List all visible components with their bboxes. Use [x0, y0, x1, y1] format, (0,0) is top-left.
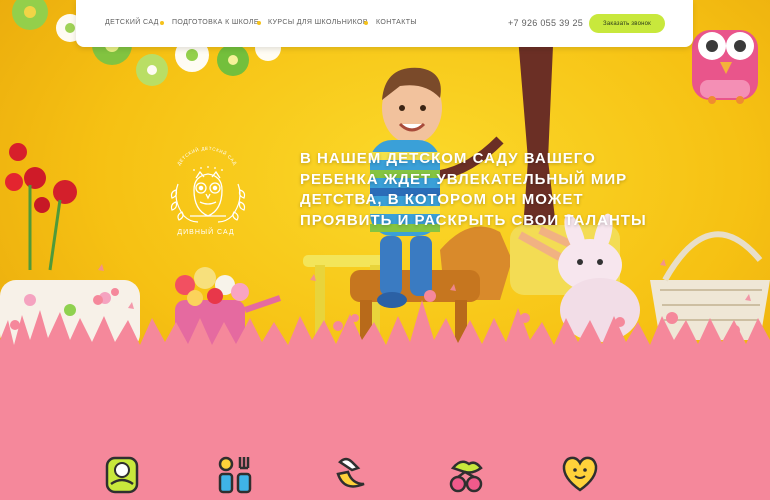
top-navigation: ДЕТСКИЙ САД ПОДГОТОВКА К ШКОЛЕ КУРСЫ ДЛЯ…	[76, 0, 693, 47]
nav-separator-dot	[257, 21, 261, 25]
logo-name: ДИВНЫЙ САД	[177, 229, 235, 236]
nav-separator-dot	[160, 21, 164, 25]
hero-title: В НАШЕМ ДЕТСКОМ САДУ ВАШЕГО РЕБЕНКА ЖДЕТ…	[300, 150, 647, 229]
nav-separator-dot	[364, 21, 368, 25]
heart-icon[interactable]	[561, 454, 599, 494]
nav-link-contacts[interactable]: КОНТАКТЫ	[376, 19, 417, 26]
moon-icon[interactable]	[332, 454, 370, 494]
baby-icon[interactable]	[103, 454, 141, 494]
logo-stars	[193, 166, 223, 171]
phone-number[interactable]: +7 926 055 39 25	[508, 18, 583, 28]
order-call-button[interactable]: Заказать звонок	[589, 14, 665, 33]
nav-link-courses[interactable]: КУРСЫ ДЛЯ ШКОЛЬНИКОВ	[268, 19, 368, 26]
utensils-icon[interactable]	[216, 454, 254, 494]
nav-link-school-prep[interactable]: ПОДГОТОВКА К ШКОЛЕ	[172, 19, 259, 26]
logo-emblem[interactable]: ДЕТСКИЙ ДЕТСКИЙ САД	[150, 132, 262, 244]
logo-arc-text: ДЕТСКИЙ ДЕТСКИЙ САД	[176, 145, 238, 166]
owl-icon	[190, 170, 226, 217]
toy-icon[interactable]	[447, 454, 485, 494]
nav-link-kindergarten[interactable]: ДЕТСКИЙ САД	[105, 19, 159, 26]
